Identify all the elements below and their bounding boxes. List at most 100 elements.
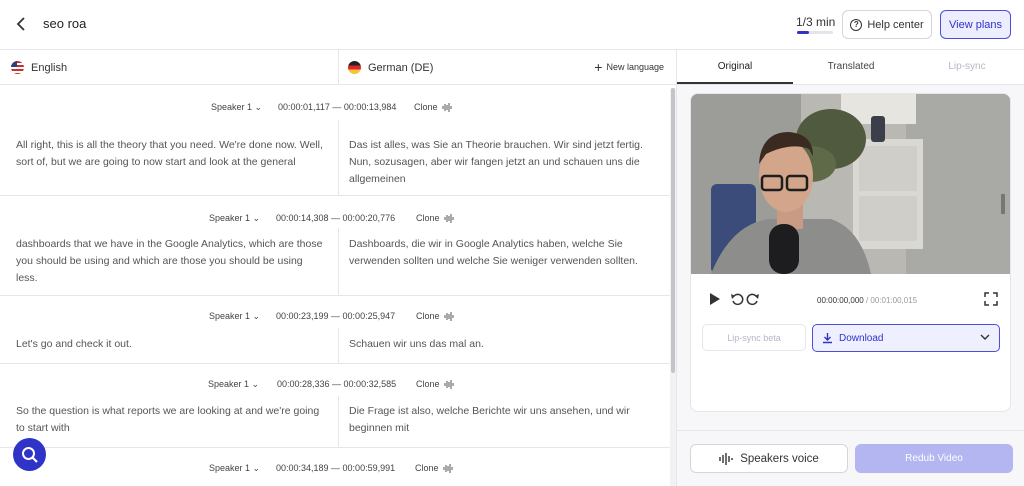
clone-button[interactable]: Clone [416, 311, 454, 322]
redub-video-button[interactable]: Redub Video [855, 444, 1013, 473]
source-text[interactable]: dashboards that we have in the Google An… [16, 236, 326, 287]
segment-row: Speaker 1 ⌄ 00:00:01,117 — 00:00:13,984 … [0, 85, 670, 196]
speaker-select[interactable]: Speaker 1 ⌄ [211, 102, 262, 113]
speaker-select[interactable]: Speaker 1 ⌄ [209, 213, 260, 224]
segment-meta: Speaker 1 ⌄ 00:00:01,117 — 00:00:13,984 … [0, 95, 670, 119]
clone-label: Clone [416, 379, 440, 389]
play-icon [710, 293, 720, 305]
duration: / 00:01:00,015 [865, 296, 918, 305]
video-frame [691, 94, 1010, 274]
new-language-button[interactable]: + New language [594, 59, 664, 75]
segment-timecode[interactable]: 00:00:01,117 — 00:00:13,984 [278, 102, 396, 112]
segment-meta: Speaker 1 ⌄ 00:00:34,189 — 00:00:59,991 … [0, 456, 670, 480]
segment-row: Speaker 1 ⌄ 00:00:34,189 — 00:00:59,991 … [0, 448, 670, 486]
fullscreen-icon [984, 292, 998, 306]
clone-button[interactable]: Clone [416, 379, 454, 390]
us-flag-icon [11, 61, 24, 74]
forward-button[interactable] [746, 292, 760, 309]
rewind-button[interactable] [730, 292, 744, 309]
action-bar: Speakers voice Redub Video [677, 430, 1024, 486]
current-time: 00:00:00,000 [817, 296, 864, 305]
chevron-down-icon: ⌄ [252, 311, 261, 321]
source-language: English [11, 61, 67, 74]
usage-progress-fill [797, 31, 809, 34]
preview-tabs: Original Translated Lip-sync [677, 50, 1024, 85]
video-player[interactable] [691, 94, 1010, 274]
scrollbar-thumb[interactable] [671, 88, 675, 373]
target-text[interactable]: Das ist alles, was Sie an Theorie brauch… [349, 137, 659, 188]
segment-meta: Speaker 1 ⌄ 00:00:23,199 — 00:00:25,947 … [0, 304, 670, 328]
lip-sync-button[interactable]: Lip-sync beta [702, 324, 806, 351]
waveform-icon [719, 452, 733, 465]
segment-timecode[interactable]: 00:00:14,308 — 00:00:20,776 [276, 213, 395, 223]
segment-timecode[interactable]: 00:00:28,336 — 00:00:32,585 [277, 379, 396, 389]
segment-meta: Speaker 1 ⌄ 00:00:28,336 — 00:00:32,585 … [0, 372, 670, 396]
tab-original[interactable]: Original [677, 61, 793, 72]
search-icon [21, 446, 38, 463]
target-language-label: German (DE) [368, 61, 434, 74]
waveform-icon [444, 312, 454, 322]
waveform-icon [443, 464, 453, 474]
clone-button[interactable]: Clone [416, 213, 454, 224]
speakers-voice-button[interactable]: Speakers voice [690, 444, 848, 473]
active-tab-indicator [677, 82, 793, 84]
clone-label: Clone [414, 102, 438, 112]
clone-label: Clone [415, 463, 439, 473]
source-text[interactable]: So the question is what reports we are l… [16, 403, 326, 437]
preview-pane: Original Translated Lip-sync 00:00:00,00… [676, 50, 1024, 486]
speaker-select[interactable]: Speaker 1 ⌄ [209, 463, 260, 474]
download-icon [823, 333, 832, 344]
segment-timecode[interactable]: 00:00:23,199 — 00:00:25,947 [276, 311, 395, 321]
playback-time: 00:00:00,000 / 00:01:00,015 [817, 296, 917, 305]
target-text[interactable]: Dashboards, die wir in Google Analytics … [349, 236, 659, 270]
forward-icon [746, 293, 759, 306]
segment-timecode[interactable]: 00:00:34,189 — 00:00:59,991 [276, 463, 395, 473]
clone-button[interactable]: Clone [414, 102, 452, 113]
speaker-label: Speaker 1 [209, 213, 251, 223]
source-language-label: English [31, 61, 68, 74]
play-button[interactable] [709, 292, 721, 309]
speaker-label: Speaker 1 [211, 102, 253, 112]
speakers-voice-label: Speakers voice [740, 452, 819, 465]
top-bar: seo roa 1/3 min ? Help center View plans [0, 0, 1024, 50]
column-divider [338, 396, 339, 447]
target-language[interactable]: German (DE) [348, 61, 433, 74]
column-divider [338, 120, 339, 195]
target-text[interactable]: Schauen wir uns das mal an. [349, 336, 659, 353]
tab-translated[interactable]: Translated [793, 61, 909, 72]
help-center-label: Help center [867, 18, 924, 31]
segment-row: Speaker 1 ⌄ 00:00:28,336 — 00:00:32,585 … [0, 364, 670, 448]
search-button[interactable] [13, 438, 46, 471]
fullscreen-button[interactable] [984, 292, 998, 309]
column-divider [338, 328, 339, 363]
speaker-label: Speaker 1 [209, 311, 251, 321]
download-button[interactable]: Download [812, 324, 1000, 352]
view-plans-button[interactable]: View plans [940, 10, 1011, 39]
tab-lip-sync[interactable]: Lip-sync [909, 61, 1024, 72]
chevron-down-icon [980, 334, 990, 340]
source-text[interactable]: All right, this is all the theory that y… [16, 137, 326, 171]
speaker-select[interactable]: Speaker 1 ⌄ [208, 379, 259, 390]
target-text[interactable]: Die Frage ist also, welche Berichte wir … [349, 403, 659, 437]
segment-row: Speaker 1 ⌄ 00:00:14,308 — 00:00:20,776 … [0, 196, 670, 296]
language-divider [338, 50, 339, 85]
back-icon[interactable] [14, 14, 30, 34]
plus-icon: + [594, 59, 603, 75]
usage-progress-bar [797, 31, 833, 34]
waveform-icon [442, 103, 452, 113]
clone-label: Clone [416, 213, 440, 223]
clone-label: Clone [416, 311, 440, 321]
video-card: 00:00:00,000 / 00:01:00,015 Lip-sync bet… [690, 93, 1011, 412]
clone-button[interactable]: Clone [415, 463, 453, 474]
de-flag-icon [348, 61, 361, 74]
waveform-icon [444, 380, 454, 390]
help-center-button[interactable]: ? Help center [842, 10, 932, 39]
source-text[interactable]: Let's go and check it out. [16, 336, 326, 353]
speaker-label: Speaker 1 [209, 463, 251, 473]
chevron-down-icon: ⌄ [251, 379, 260, 389]
column-divider [338, 228, 339, 295]
download-label: Download [839, 332, 884, 344]
chevron-down-icon: ⌄ [252, 463, 261, 473]
speaker-select[interactable]: Speaker 1 ⌄ [209, 311, 260, 322]
chevron-down-icon: ⌄ [252, 213, 261, 223]
